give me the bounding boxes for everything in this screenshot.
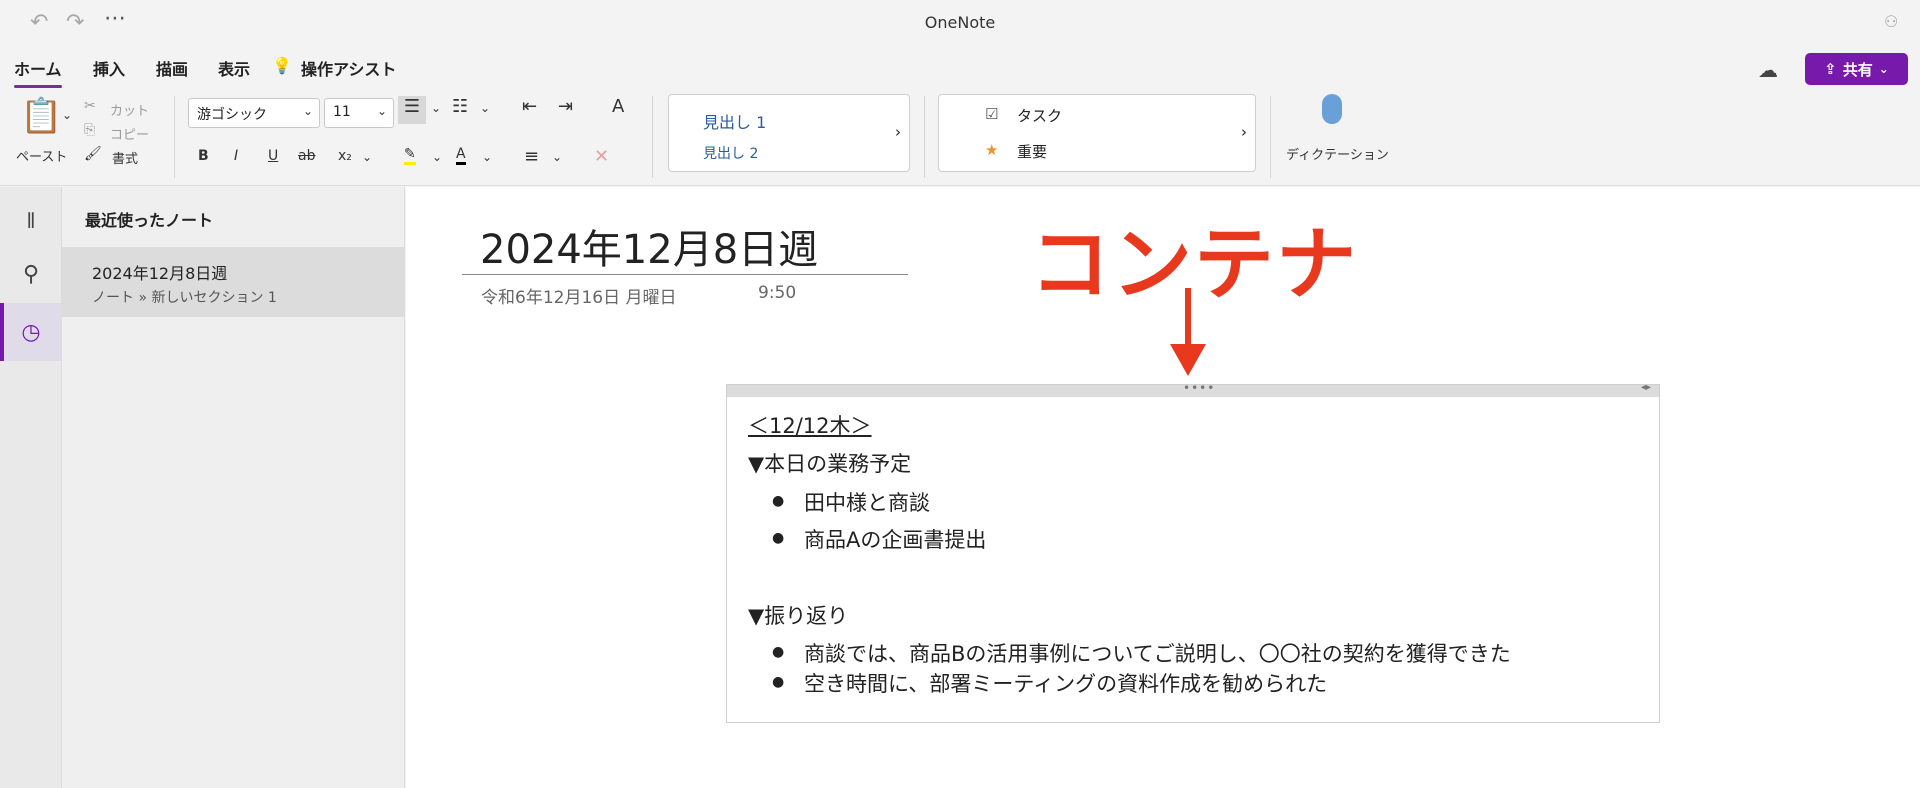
sync-cloud-icon[interactable]: ☁ — [1758, 58, 1778, 82]
app-title: OneNote — [924, 13, 996, 32]
share-icon: ⇪ — [1824, 60, 1837, 78]
style-heading-2[interactable]: 見出し 2 — [703, 143, 758, 163]
tab-draw[interactable]: 描画 — [156, 56, 188, 80]
list-item-title[interactable]: 2024年12月8日週 — [92, 260, 227, 284]
page-time: 9:50 — [758, 283, 797, 303]
title-underline — [462, 274, 908, 275]
chevron-right-icon[interactable]: › — [1241, 123, 1247, 141]
note-section-heading[interactable]: ▼本日の業務予定 — [748, 448, 911, 478]
bullet-list-icon[interactable]: ☰ — [398, 96, 426, 124]
italic-icon[interactable]: I — [234, 148, 238, 164]
tab-insert[interactable]: 挿入 — [93, 56, 125, 80]
page-date: 令和6年12月16日 月曜日 — [481, 288, 677, 308]
divider — [924, 96, 925, 178]
tab-tell-me[interactable]: 操作アシスト — [301, 56, 396, 80]
page-title[interactable]: 2024年12月8日週 — [480, 217, 818, 275]
copy-icon[interactable]: ⎘ — [84, 122, 95, 138]
decrease-indent-icon[interactable]: ⇤ — [522, 96, 537, 117]
lightbulb-icon: 💡 — [272, 56, 292, 75]
list-item[interactable]: 空き時間に、部署ミーティングの資料作成を勧められた — [804, 668, 1327, 698]
align-icon[interactable]: ≡ — [524, 146, 539, 167]
resize-handle-icon[interactable]: ◂▸ — [1641, 382, 1651, 393]
delete-icon[interactable]: ✕ — [594, 146, 609, 167]
strikethrough-icon[interactable]: ab — [298, 148, 315, 164]
styles-gallery[interactable]: 見出し 1 見出し 2 › — [668, 94, 910, 172]
chevron-down-icon: ⌄ — [302, 104, 313, 118]
divider — [652, 96, 653, 178]
cut-label[interactable]: カット — [110, 100, 149, 119]
bullet-icon: ● — [772, 674, 785, 690]
clock-icon[interactable]: ◷ — [0, 320, 62, 345]
dictation-label[interactable]: ディクテーション — [1286, 144, 1389, 163]
bullet-icon: ● — [772, 644, 785, 660]
style-heading-1[interactable]: 見出し 1 — [703, 109, 766, 133]
menu-bar: ホーム 挿入 描画 表示 💡 操作アシスト — [0, 50, 1920, 88]
recent-notes-header: 最近使ったノート — [85, 211, 214, 230]
notebooks-icon[interactable]: 𝍪 — [0, 204, 62, 242]
chevron-down-icon: ⌄ — [1878, 62, 1889, 76]
divider — [1270, 96, 1271, 178]
note-section-heading[interactable]: ▼振り返り — [748, 600, 848, 630]
format-painter-icon[interactable]: 🖌 — [84, 146, 102, 162]
bullet-icon: ● — [772, 493, 785, 509]
cut-icon[interactable]: ✂ — [84, 98, 96, 114]
microphone-icon[interactable] — [1322, 94, 1342, 124]
chevron-down-icon: ⌄ — [376, 104, 387, 118]
subscript-icon[interactable]: x₂ — [338, 148, 352, 164]
ribbon: 📋 ⌄ ペースト ✂ カット ⎘ コピー 🖌 書式 游ゴシック ⌄ 11 ⌄ ☰… — [0, 88, 1920, 186]
copy-label[interactable]: コピー — [110, 124, 149, 143]
chevron-down-icon[interactable]: ⌄ — [432, 150, 442, 164]
search-icon[interactable]: ⚲ — [0, 262, 62, 287]
numbered-list-icon[interactable]: ☷ — [452, 96, 468, 117]
highlight-icon[interactable]: ✎ — [404, 146, 416, 165]
font-size-select[interactable]: 11 ⌄ — [324, 98, 394, 128]
chevron-down-icon[interactable]: ⌄ — [480, 101, 490, 115]
divider — [174, 96, 175, 178]
format-label[interactable]: 書式 — [112, 148, 138, 167]
tag-important[interactable]: 重要 — [1017, 141, 1047, 162]
font-size-value: 11 — [333, 104, 351, 120]
paste-label[interactable]: ペースト — [16, 146, 67, 165]
chevron-down-icon[interactable]: ⌄ — [552, 150, 562, 164]
font-color-icon[interactable]: A — [456, 146, 466, 165]
list-item-subtitle: ノート » 新しいセクション 1 — [92, 290, 277, 306]
chevron-down-icon[interactable]: ⌄ — [482, 150, 492, 164]
account-icon[interactable]: ⚇ — [1884, 12, 1898, 31]
paste-icon[interactable]: 📋 — [20, 96, 62, 136]
underline-icon[interactable]: U — [268, 148, 278, 164]
tags-gallery[interactable]: ☑ タスク ★ 重要 › — [938, 94, 1256, 172]
checkbox-icon: ☑ — [985, 105, 999, 123]
tab-home[interactable]: ホーム — [14, 56, 62, 88]
clear-formatting-icon[interactable]: A — [612, 96, 624, 117]
increase-indent-icon[interactable]: ⇥ — [558, 96, 573, 117]
list-item[interactable]: 商談では、商品Bの活用事例についてご説明し、〇〇社の契約を獲得できた — [804, 638, 1511, 668]
drag-handle-icon[interactable]: •••• — [1183, 381, 1215, 395]
share-label: 共有 — [1842, 60, 1873, 79]
font-name-value: 游ゴシック — [197, 107, 267, 123]
chevron-right-icon[interactable]: › — [895, 123, 901, 141]
note-date-heading[interactable]: ＜12/12木＞ — [748, 410, 872, 440]
star-icon: ★ — [985, 141, 999, 159]
list-item[interactable]: 田中様と商談 — [804, 487, 930, 517]
annotation-arrow — [1170, 288, 1206, 376]
title-bar: ↶ ↷ ⋯ OneNote ⚇ — [0, 0, 1920, 46]
bold-icon[interactable]: B — [198, 148, 209, 164]
chevron-down-icon[interactable]: ⌄ — [362, 150, 372, 164]
chevron-down-icon[interactable]: ⌄ — [431, 101, 441, 115]
tab-view[interactable]: 表示 — [218, 56, 250, 80]
font-name-select[interactable]: 游ゴシック ⌄ — [188, 98, 320, 128]
container-drag-bar[interactable]: •••• ◂▸ — [727, 381, 1659, 397]
bullet-icon: ● — [772, 530, 785, 546]
share-button[interactable]: ⇪ 共有 ⌄ — [1805, 53, 1908, 85]
list-item[interactable]: 商品Aの企画書提出 — [804, 524, 986, 554]
paste-dropdown-icon[interactable]: ⌄ — [62, 108, 72, 122]
tag-task[interactable]: タスク — [1017, 105, 1062, 126]
